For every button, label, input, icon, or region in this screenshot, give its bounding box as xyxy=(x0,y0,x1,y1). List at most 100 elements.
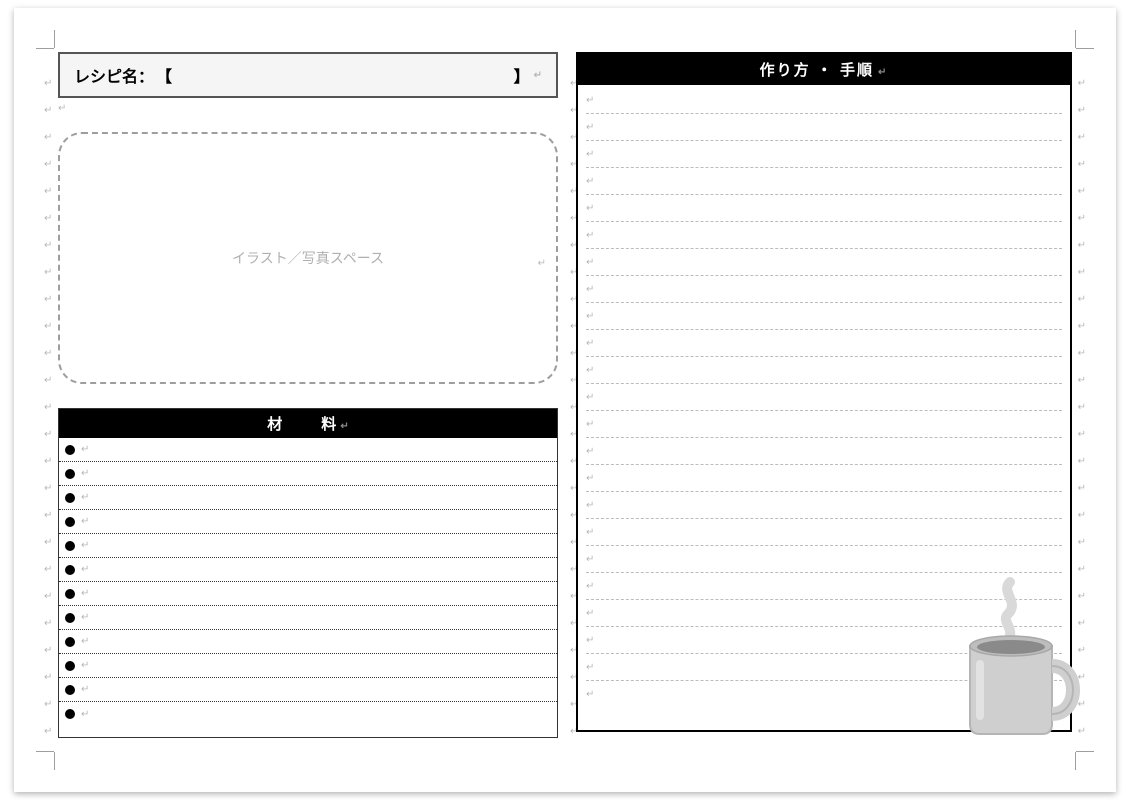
return-mark-icon: ↵ xyxy=(81,468,89,479)
ingredient-row[interactable]: ↵ xyxy=(59,654,557,678)
return-mark-icon: ↵ xyxy=(586,608,594,619)
return-mark-icon: ↵ xyxy=(534,70,542,81)
return-mark-icon: ↵ xyxy=(586,500,594,511)
recipe-name-field[interactable]: レシピ名： 【 】 ↵ xyxy=(58,52,558,98)
ingredient-row[interactable]: ↵ xyxy=(59,678,557,702)
return-mark-icon: ↵ xyxy=(586,311,594,322)
step-row[interactable]: ↵ xyxy=(586,384,1062,411)
illustration-photo-space[interactable]: イラスト／写真スペース ↵ xyxy=(58,132,558,384)
return-mark-icon: ↵ xyxy=(878,67,888,78)
step-row[interactable]: ↵ xyxy=(586,411,1062,438)
return-mark-icon: ↵ xyxy=(81,444,89,455)
step-row[interactable]: ↵ xyxy=(586,627,1062,654)
step-row[interactable]: ↵ xyxy=(586,546,1062,573)
step-row[interactable]: ↵ xyxy=(586,114,1062,141)
return-mark-icon: ↵ xyxy=(81,709,89,720)
step-row[interactable]: ↵ xyxy=(586,303,1062,330)
steps-list[interactable]: ↵ ↵ ↵ ↵ ↵ ↵ ↵ ↵ ↵ ↵ ↵ ↵ ↵ ↵ ↵ ↵ ↵ ↵ ↵ ↵ ↵ ↵ ↵ xyxy=(578,85,1070,730)
ingredient-row[interactable]: ↵ xyxy=(59,606,557,630)
return-mark-icon: ↵ xyxy=(586,95,594,106)
step-row[interactable]: ↵ xyxy=(586,195,1062,222)
ingredient-row[interactable]: ↵ xyxy=(59,630,557,654)
return-mark-icon: ↵ xyxy=(538,258,546,269)
ingredient-row[interactable]: ↵ xyxy=(59,702,557,726)
page-content: レシピ名： 【 】 ↵ ↵ イラスト／写真スペース ↵ 材 料↵ ↵↵↵↵↵↵↵… xyxy=(58,52,1072,748)
return-mark-icon: ↵ xyxy=(586,689,594,700)
steps-section: 作り方 ・ 手順 ↵ ↵ ↵ ↵ ↵ ↵ ↵ ↵ ↵ ↵ ↵ ↵ ↵ ↵ ↵ ↵ ↵ ↵ ↵ ↵ ↵ ↵ ↵ ↵ xyxy=(576,52,1072,732)
return-mark-icon: ↵ xyxy=(81,564,89,575)
return-mark-icon: ↵ xyxy=(586,554,594,565)
step-row[interactable]: ↵ xyxy=(586,492,1062,519)
ingredient-row[interactable]: ↵ xyxy=(59,486,557,510)
bullet-icon xyxy=(65,469,75,479)
bullet-icon xyxy=(65,637,75,647)
bullet-icon xyxy=(65,541,75,551)
return-mark-icon: ↵ xyxy=(586,149,594,160)
ingredient-row[interactable]: ↵ xyxy=(59,534,557,558)
return-mark-icon: ↵ xyxy=(586,230,594,241)
ingredient-row[interactable]: ↵ xyxy=(59,510,557,534)
bullet-icon xyxy=(65,685,75,695)
return-mark-icon: ↵ xyxy=(586,635,594,646)
return-mark-icon: ↵ xyxy=(586,446,594,457)
return-mark-icon: ↵ xyxy=(586,176,594,187)
step-row[interactable]: ↵ xyxy=(586,465,1062,492)
bullet-icon xyxy=(65,517,75,527)
return-mark-icon: ↵ xyxy=(81,660,89,671)
ingredient-row[interactable]: ↵ xyxy=(59,462,557,486)
return-mark-icon: ↵ xyxy=(586,257,594,268)
return-mark-icon: ↵ xyxy=(586,662,594,673)
step-row[interactable]: ↵ xyxy=(586,141,1062,168)
return-mark-icon: ↵ xyxy=(58,103,66,114)
paragraph-marks-left: ↵↵↵↵↵↵↵↵↵↵↵↵↵↵↵↵↵↵↵↵↵↵↵↵↵ xyxy=(44,78,52,737)
bracket-open: 【 xyxy=(156,63,172,87)
bullet-icon xyxy=(65,565,75,575)
document-page: ↵↵↵↵↵↵↵↵↵↵↵↵↵↵↵↵↵↵↵↵↵↵↵↵↵ ↵↵↵↵↵↵↵↵↵↵↵↵↵↵… xyxy=(14,8,1116,792)
ingredients-section: 材 料↵ ↵↵↵↵↵↵↵↵↵↵↵↵ xyxy=(58,408,558,738)
ingredient-row[interactable]: ↵ xyxy=(59,582,557,606)
step-row[interactable]: ↵ xyxy=(586,87,1062,114)
step-row[interactable]: ↵ xyxy=(586,249,1062,276)
return-mark-icon: ↵ xyxy=(586,338,594,349)
ingredients-header-text: 材 料 xyxy=(267,416,348,433)
bullet-icon xyxy=(65,589,75,599)
step-row[interactable]: ↵ xyxy=(586,330,1062,357)
step-row[interactable]: ↵ xyxy=(586,168,1062,195)
return-mark-icon: ↵ xyxy=(81,588,89,599)
bullet-icon xyxy=(65,493,75,503)
steps-header: 作り方 ・ 手順 ↵ xyxy=(578,54,1070,85)
photo-placeholder-text: イラスト／写真スペース xyxy=(232,248,384,268)
step-row[interactable]: ↵ xyxy=(586,438,1062,465)
return-mark-icon: ↵ xyxy=(586,473,594,484)
return-mark-icon: ↵ xyxy=(586,365,594,376)
return-mark-icon: ↵ xyxy=(586,284,594,295)
ingredients-list[interactable]: ↵ ↵ ↵ ↵ ↵ ↵ ↵ ↵ ↵ ↵ ↵ ↵ xyxy=(59,438,557,737)
steps-header-text: 作り方 ・ 手順 xyxy=(760,62,874,79)
return-mark-icon: ↵ xyxy=(81,684,89,695)
return-mark-icon: ↵ xyxy=(586,203,594,214)
step-row[interactable]: ↵ xyxy=(586,519,1062,546)
return-mark-icon: ↵ xyxy=(586,581,594,592)
bullet-icon xyxy=(65,709,75,719)
ingredient-row[interactable]: ↵ xyxy=(59,558,557,582)
return-mark-icon: ↵ xyxy=(81,636,89,647)
bullet-icon xyxy=(65,613,75,623)
paragraph-marks-right: ↵↵↵↵↵↵↵↵↵↵↵↵↵↵↵↵↵↵↵↵↵↵↵↵↵ xyxy=(1078,78,1086,737)
bullet-icon xyxy=(65,661,75,671)
step-row[interactable]: ↵ xyxy=(586,654,1062,681)
step-row[interactable]: ↵ xyxy=(586,600,1062,627)
left-column: レシピ名： 【 】 ↵ ↵ イラスト／写真スペース ↵ 材 料↵ ↵↵↵↵↵↵↵… xyxy=(58,52,558,748)
bracket-close: 】 xyxy=(514,63,530,87)
step-row[interactable]: ↵ xyxy=(586,357,1062,384)
step-row[interactable]: ↵ xyxy=(586,276,1062,303)
step-row[interactable]: ↵ xyxy=(586,222,1062,249)
step-row[interactable]: ↵ xyxy=(586,573,1062,600)
return-mark-icon: ↵ xyxy=(340,421,348,432)
step-row[interactable]: ↵ xyxy=(586,681,1062,708)
bullet-icon xyxy=(65,445,75,455)
return-mark-icon: ↵ xyxy=(586,122,594,133)
return-mark-icon: ↵ xyxy=(81,540,89,551)
return-mark-icon: ↵ xyxy=(81,516,89,527)
ingredient-row[interactable]: ↵ xyxy=(59,438,557,462)
return-mark-icon: ↵ xyxy=(586,419,594,430)
